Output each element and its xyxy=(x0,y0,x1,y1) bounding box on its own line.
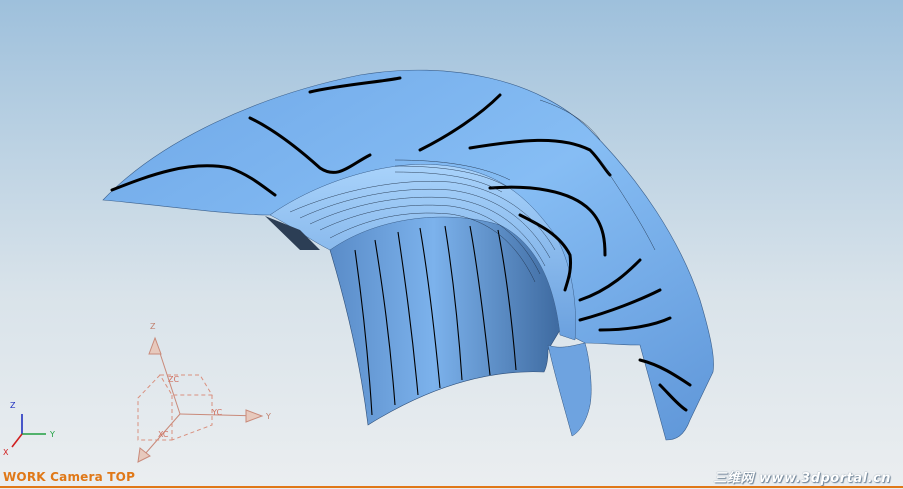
view-name-label: WORK Camera TOP xyxy=(3,470,136,484)
wcs-csys[interactable]: Z ZC Y YC XC Z Y X xyxy=(0,0,903,489)
wcs-xc-label: XC xyxy=(158,430,169,439)
view-triad xyxy=(11,414,46,448)
triad-y-label: Y xyxy=(49,430,55,439)
graphics-viewport[interactable]: Z ZC Y YC XC Z Y X WORK Camera TOP 三维网 w… xyxy=(0,0,903,489)
triad-x-label: X xyxy=(3,448,9,457)
wcs-y-label: Y xyxy=(265,412,271,421)
wcs-zc-label: ZC xyxy=(168,375,179,384)
watermark-text: 三维网 www.3dportal.cn xyxy=(713,471,891,486)
triad-x-axis xyxy=(11,433,23,448)
wcs-yc-label: YC xyxy=(211,408,222,417)
wcs-z-label: Z xyxy=(150,322,156,331)
viewport-bottom-border xyxy=(0,486,903,488)
triad-z-label: Z xyxy=(10,401,16,410)
